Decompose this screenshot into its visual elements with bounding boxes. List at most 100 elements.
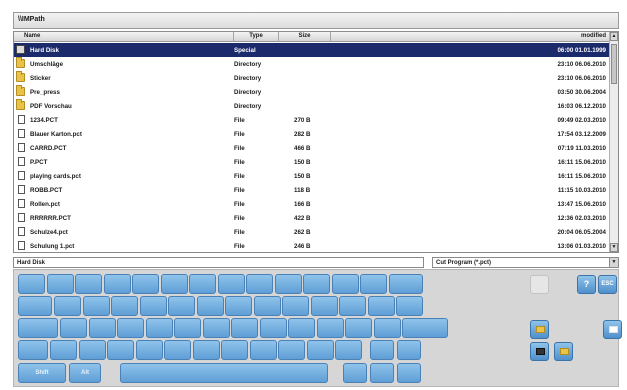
file-row[interactable]: RRRRRR.PCT File 422 B 12:36 02.03.2010 [14, 211, 610, 225]
caps-lock-key[interactable] [18, 318, 58, 338]
save-button[interactable] [530, 342, 549, 361]
help-button[interactable]: ? [577, 275, 596, 294]
note-button[interactable] [554, 342, 573, 361]
keyboard-key[interactable] [274, 274, 302, 294]
keyboard-key[interactable] [78, 340, 106, 360]
file-row[interactable]: PDF Vorschau Directory 16:03 06.12.2010 [14, 99, 610, 113]
open-folder-button[interactable] [603, 320, 622, 339]
keyboard-key[interactable] [231, 318, 258, 338]
keyboard-key[interactable] [164, 340, 191, 360]
keyboard-key[interactable] [345, 318, 372, 338]
tab-key[interactable] [18, 296, 52, 316]
folder-icon [16, 71, 25, 82]
scroll-up-arrow-icon[interactable]: ▲ [610, 32, 618, 41]
keyboard-key[interactable] [221, 340, 248, 360]
keyboard-key[interactable] [306, 340, 334, 360]
file-row[interactable]: Hard Disk Special 06:00 01.01.1999 [14, 43, 610, 57]
keyboard-key[interactable] [278, 340, 305, 360]
file-row[interactable]: Umschläge Directory 23:10 06.06.2010 [14, 57, 610, 71]
keyboard-key[interactable] [196, 296, 224, 316]
arrow-up-key[interactable] [370, 340, 394, 360]
keyboard-key[interactable] [174, 318, 201, 338]
keyboard-key[interactable] [367, 296, 395, 316]
keyboard-key[interactable] [54, 296, 81, 316]
alt-key[interactable]: Alt [69, 363, 101, 383]
keyboard-key[interactable] [18, 274, 45, 294]
keyboard-key[interactable] [225, 296, 252, 316]
column-header-name[interactable]: Name [14, 32, 234, 42]
chevron-down-icon[interactable]: ▼ [609, 258, 618, 267]
keyboard-key[interactable] [160, 274, 188, 294]
keyboard-key[interactable] [103, 274, 131, 294]
file-row[interactable]: ROBB.PCT File 118 B 11:15 10.03.2010 [14, 183, 610, 197]
escape-button[interactable]: ESC [598, 275, 617, 294]
file-row[interactable]: CARRD.PCT File 466 B 07:19 11.03.2010 [14, 141, 610, 155]
keyboard-key[interactable] [396, 296, 423, 316]
keyboard-key[interactable] [217, 274, 245, 294]
filename-input[interactable]: Hard Disk [13, 257, 424, 268]
keyboard-key[interactable] [331, 274, 359, 294]
keyboard-key[interactable] [249, 340, 277, 360]
keyboard-key[interactable] [46, 274, 74, 294]
keyboard-key[interactable] [253, 296, 281, 316]
keyboard-key[interactable] [316, 318, 344, 338]
file-row[interactable]: Blauer Karton.pct File 282 B 17:54 03.12.20… [14, 127, 610, 141]
scroll-down-arrow-icon[interactable]: ▼ [610, 243, 618, 252]
keyboard-key[interactable] [192, 340, 220, 360]
file-row[interactable]: playing cards.pct File 150 B 16:11 15.06.20… [14, 169, 610, 183]
keyboard-key[interactable] [117, 318, 144, 338]
column-header-size[interactable]: Size [279, 32, 331, 42]
file-row[interactable]: 1234.PCT File 270 B 09:49 02.03.2010 [14, 113, 610, 127]
open-folder-icon [609, 326, 618, 333]
keyboard-key[interactable] [246, 274, 273, 294]
vertical-scrollbar[interactable]: ▲ ▼ [609, 32, 618, 252]
scroll-thumb[interactable] [611, 44, 617, 84]
column-header-modified[interactable]: modified [331, 32, 610, 42]
file-row[interactable]: Schulung 1.pct File 246 B 13:06 01.03.2010 [14, 239, 610, 252]
keyboard-key[interactable] [282, 296, 309, 316]
file-row[interactable]: Sticker Directory 23:10 06.06.2010 [14, 71, 610, 85]
enter-key[interactable] [402, 318, 448, 338]
keyboard-key[interactable] [82, 296, 110, 316]
shift-right-key[interactable] [397, 340, 421, 360]
keyboard-key[interactable] [107, 340, 134, 360]
keyboard-key[interactable] [139, 296, 167, 316]
keyboard-key[interactable] [135, 340, 163, 360]
keyboard-key[interactable] [202, 318, 230, 338]
keyboard-key[interactable] [168, 296, 195, 316]
arrow-down-key[interactable] [370, 363, 394, 383]
keyboard-key[interactable] [288, 318, 315, 338]
file-row[interactable]: Pre_press Directory 03:50 30.06.2004 [14, 85, 610, 99]
file-row[interactable]: Rollen.pct File 166 B 13:47 15.06.2010 [14, 197, 610, 211]
folder-button[interactable] [530, 320, 549, 339]
keyboard-key[interactable] [75, 274, 102, 294]
keyboard-key[interactable] [132, 274, 159, 294]
keyboard-key[interactable] [335, 340, 362, 360]
keyboard-key[interactable] [373, 318, 401, 338]
keyboard-key[interactable] [60, 318, 87, 338]
file-list[interactable]: Name Type Size modified Hard Disk Special… [13, 31, 619, 253]
arrow-left-key[interactable] [343, 363, 367, 383]
file-type-select[interactable]: Cut Program (*.pct) ▼ [432, 257, 619, 268]
file-type: File [234, 145, 245, 152]
keyboard-key[interactable] [189, 274, 216, 294]
keyboard-key[interactable] [145, 318, 173, 338]
shift-left-key[interactable] [18, 340, 48, 360]
file-row[interactable]: P.PCT File 150 B 16:11 15.06.2010 [14, 155, 610, 169]
keyboard-key[interactable] [360, 274, 387, 294]
file-row[interactable]: Schulze4.pct File 262 B 20:04 06.05.2004 [14, 225, 610, 239]
keyboard-key[interactable] [259, 318, 287, 338]
folder-icon [16, 99, 25, 110]
keyboard-key[interactable] [339, 296, 366, 316]
keyboard-key[interactable] [111, 296, 138, 316]
keyboard-key[interactable] [310, 296, 338, 316]
keyboard-key[interactable] [50, 340, 77, 360]
arrow-right-key[interactable] [397, 363, 421, 383]
space-key[interactable] [120, 363, 328, 383]
keyboard-key[interactable] [88, 318, 116, 338]
keyboard-key[interactable] [303, 274, 330, 294]
shift-key[interactable]: Shift [18, 363, 66, 383]
column-header-type[interactable]: Type [234, 32, 279, 42]
backspace-key[interactable] [388, 274, 423, 294]
file-name: 1234.PCT [30, 117, 58, 124]
